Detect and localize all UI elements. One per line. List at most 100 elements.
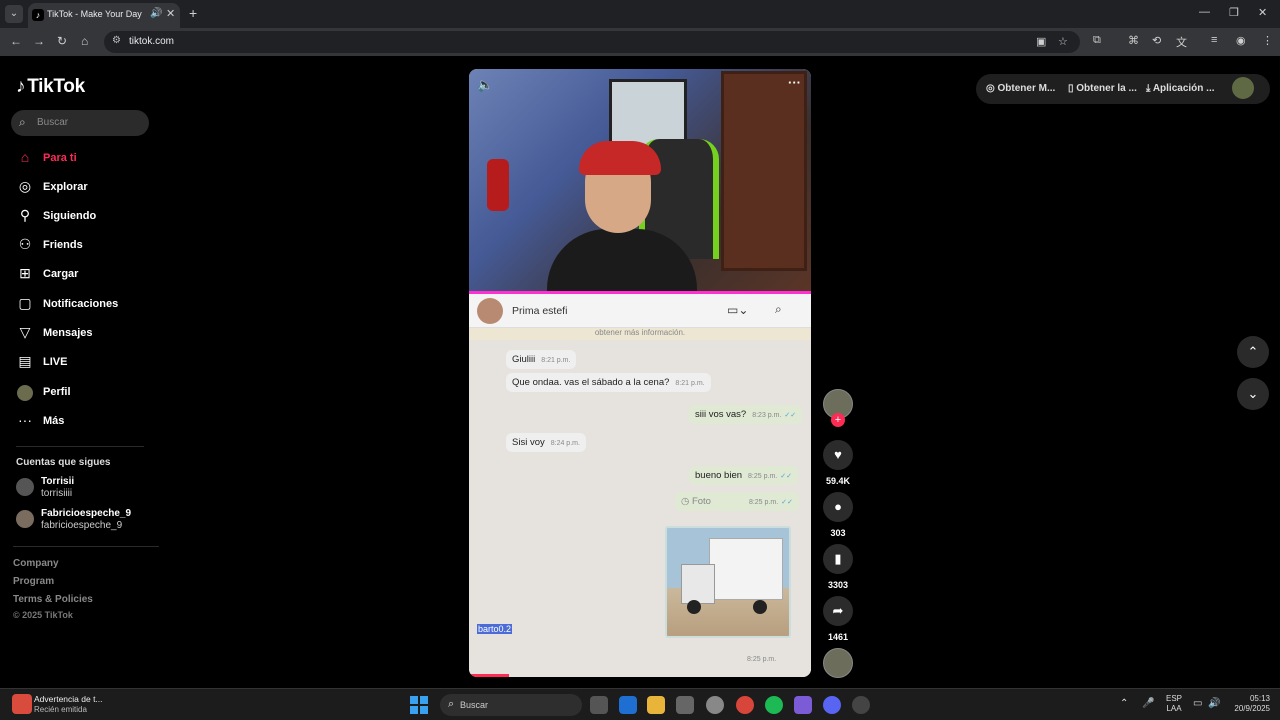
menu-icon[interactable]: ⋮: [1262, 34, 1273, 47]
avatar[interactable]: [1232, 77, 1254, 99]
nav-item-mas[interactable]: ··· Más: [16, 411, 156, 433]
chat-header: Prima estefi ▭⌄ ⌕: [469, 294, 811, 328]
truck-box: [709, 538, 783, 600]
avatar: [16, 478, 34, 496]
extensions-icon[interactable]: ⧉: [1093, 34, 1101, 47]
profile-icon[interactable]: ◉: [1236, 34, 1246, 47]
nav-item-cargar[interactable]: ⊞ Cargar: [16, 264, 156, 286]
chat-area: obtener más información. Giuliii 8:21 p.m…: [469, 328, 811, 677]
language-indicator[interactable]: ESP LAA: [1166, 694, 1182, 714]
footer-link-terms[interactable]: Terms & Policies: [13, 594, 93, 605]
like-count: 59.4K: [825, 476, 851, 486]
caption-username[interactable]: barto0.2: [477, 624, 513, 634]
search-input[interactable]: ⌕ Buscar: [11, 110, 149, 136]
outlook-icon[interactable]: [619, 696, 637, 714]
following-item[interactable]: Torrisii torrisiiii: [16, 476, 156, 502]
history-icon[interactable]: ⟲: [1152, 34, 1161, 47]
tiktok-note-icon: ♪: [16, 76, 26, 97]
speaker-icon[interactable]: 🔊: [150, 8, 162, 19]
creator-avatar[interactable]: +: [822, 389, 854, 427]
clock[interactable]: 05:13 20/9/2025: [1228, 694, 1270, 714]
follow-plus-icon[interactable]: +: [831, 413, 845, 427]
date: 20/9/2025: [1234, 704, 1270, 713]
tiktok-logo[interactable]: ♪ TikTok: [16, 76, 85, 98]
network-icon[interactable]: ▭: [1193, 698, 1202, 709]
message-text: Giuliii: [512, 354, 536, 365]
following-item[interactable]: Fabricioespeche_9 fabricioespeche_9: [16, 508, 156, 534]
store-icon[interactable]: [676, 696, 694, 714]
truck-wheel: [687, 600, 701, 614]
read-ticks-icon: ✓✓: [780, 473, 792, 480]
site-info-icon[interactable]: ⚙: [112, 35, 121, 46]
close-window-button[interactable]: ✕: [1258, 6, 1267, 19]
taskbar-search-label: Buscar: [460, 700, 489, 710]
message-bubble: Que ondaa. vas el sábado a la cena? 8:21 …: [506, 373, 711, 392]
footer-link-program[interactable]: Program: [13, 576, 54, 587]
notification-title[interactable]: Advertencia de t...: [34, 694, 103, 704]
like-button[interactable]: ♥ 59.4K: [822, 440, 854, 486]
comment-button[interactable]: ● 303: [822, 492, 854, 538]
teams-icon[interactable]: [794, 696, 812, 714]
footer-link-company[interactable]: Company: [13, 558, 59, 569]
maximize-button[interactable]: ❐: [1229, 6, 1239, 19]
more-options-icon[interactable]: ···: [788, 75, 801, 90]
truck-photo: [665, 526, 791, 638]
file-explorer-icon[interactable]: [647, 696, 665, 714]
music-disc[interactable]: [822, 648, 854, 678]
message-time: 8:25 p.m.: [748, 473, 778, 480]
nav-item-explorar[interactable]: ◎ Explorar: [16, 177, 156, 199]
warning-icon[interactable]: [12, 694, 32, 714]
save-button[interactable]: ▮ 3303: [822, 544, 854, 590]
nav-item-para-ti[interactable]: ⌂ Para ti: [16, 148, 156, 170]
nav-item-notificaciones[interactable]: ▢ Notificaciones: [16, 294, 156, 316]
nav-item-friends[interactable]: ⚇ Friends: [16, 235, 156, 257]
back-icon[interactable]: ←: [10, 34, 22, 48]
app-icon[interactable]: [852, 696, 870, 714]
share-button[interactable]: ➦ 1461: [822, 596, 854, 642]
cast-icon[interactable]: ▣: [1036, 35, 1046, 48]
nav-item-siguiendo[interactable]: ⚲ Siguiendo: [16, 206, 156, 228]
truck-wheel: [753, 600, 767, 614]
nav-item-live[interactable]: ▤ LIVE: [16, 352, 156, 374]
volume-icon[interactable]: 🔊: [1208, 698, 1220, 709]
following-username: torrisiiii: [41, 488, 73, 499]
minimize-button[interactable]: —: [1199, 6, 1210, 18]
nav-item-mensajes[interactable]: ▽ Mensajes: [16, 323, 156, 345]
task-view-icon[interactable]: [590, 696, 608, 714]
read-ticks-icon: ✓✓: [784, 412, 797, 419]
desktop-app-link[interactable]: ⤓ Aplicación ...: [1146, 83, 1215, 94]
tab-search-button[interactable]: ⌄: [5, 5, 23, 23]
taskbar-search[interactable]: ⌕ Buscar: [440, 694, 582, 716]
video-progress-bar[interactable]: [469, 674, 509, 677]
message-bubble: siii vos vas? 8:23 p.m. ✓✓: [689, 405, 803, 424]
translate-icon[interactable]: 文: [1176, 34, 1187, 50]
settings-icon[interactable]: [706, 696, 724, 714]
chevron-up-icon[interactable]: ⌃: [1237, 336, 1269, 368]
bookmark-star-icon[interactable]: ☆: [1058, 35, 1068, 48]
bookmark-icon: ▮: [823, 544, 853, 574]
video-player[interactable]: 🔈 ··· Prima estefi ▭⌄ ⌕ obtener más info…: [469, 69, 811, 677]
save-count: 3303: [827, 580, 849, 590]
microphone-icon[interactable]: 🎤: [1142, 698, 1154, 709]
nav-item-perfil[interactable]: Perfil: [16, 382, 156, 404]
discord-icon[interactable]: [823, 696, 841, 714]
get-coins-link[interactable]: ◎ Obtener M...: [986, 83, 1055, 94]
browser-tab[interactable]: ♪ TikTok - Make Your Day 🔊 ✕: [28, 3, 180, 28]
close-tab-icon[interactable]: ✕: [166, 7, 175, 20]
chevron-down-icon[interactable]: ⌄: [1237, 378, 1269, 410]
reload-icon[interactable]: ↻: [57, 34, 67, 48]
message-time: 8:24 p.m.: [550, 440, 580, 447]
chrome-icon[interactable]: [736, 696, 754, 714]
address-bar[interactable]: ⚙ tiktok.com ▣ ☆: [104, 31, 1080, 53]
new-tab-button[interactable]: +: [189, 5, 197, 21]
windows-start-icon[interactable]: [410, 696, 428, 714]
forward-icon[interactable]: →: [33, 34, 45, 48]
reading-list-icon[interactable]: ≡: [1211, 34, 1217, 46]
spotify-icon[interactable]: [765, 696, 783, 714]
mute-icon[interactable]: 🔈: [477, 77, 493, 93]
get-app-link[interactable]: ▯ Obtener la ...: [1068, 83, 1137, 94]
chevron-up-icon[interactable]: ⌃: [1120, 698, 1128, 709]
home-icon[interactable]: ⌂: [81, 34, 88, 48]
photo-time: 8:25 p.m.: [747, 656, 777, 663]
extension-icon[interactable]: ⌘: [1128, 34, 1139, 47]
